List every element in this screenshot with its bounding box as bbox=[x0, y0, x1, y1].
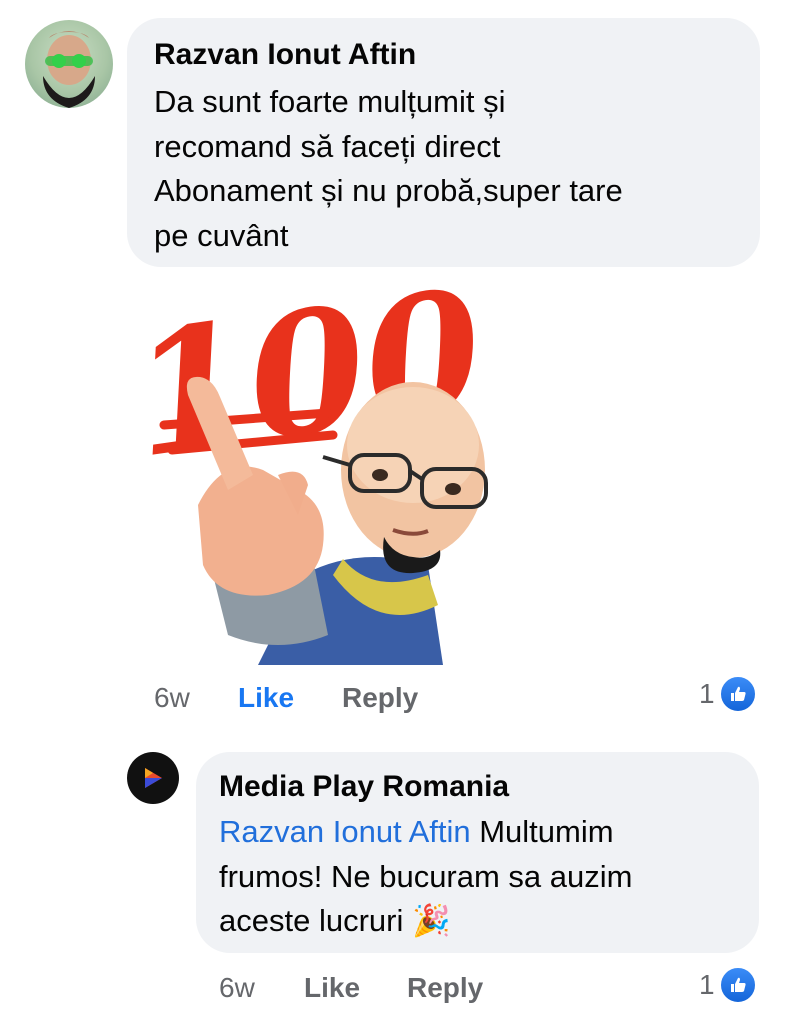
comment-line: Da sunt foarte mulțumit și bbox=[154, 84, 506, 119]
reply-button[interactable]: Reply bbox=[342, 681, 418, 715]
reply-timestamp[interactable]: 6w bbox=[219, 971, 255, 1005]
party-popper-icon: 🎉 bbox=[411, 903, 451, 938]
reaction-summary[interactable]: 1 bbox=[699, 675, 757, 713]
comment-author-name[interactable]: Razvan Ionut Aftin bbox=[154, 37, 416, 73]
comment-text: Da sunt foarte mulțumit și recomand să fa… bbox=[154, 80, 623, 258]
reaction-count: 1 bbox=[699, 678, 715, 709]
reply-line: Razvan Ionut Aftin Multumim bbox=[219, 810, 632, 855]
reply-text: Razvan Ionut Aftin Multumim frumos! Ne bu… bbox=[219, 810, 632, 944]
avatar-portrait-icon bbox=[43, 31, 95, 108]
commenter-avatar[interactable] bbox=[25, 20, 113, 108]
page-avatar[interactable] bbox=[127, 752, 179, 804]
comment-line: pe cuvânt bbox=[154, 217, 289, 253]
hundred-points-sticker-image: 100 bbox=[120, 251, 495, 665]
thumbs-up-icon bbox=[718, 966, 757, 1004]
mention-link[interactable]: Razvan Ionut Aftin bbox=[219, 814, 471, 849]
reply-text-fragment: aceste lucruri bbox=[219, 903, 404, 938]
comment-line: recomand să faceți direct bbox=[154, 128, 501, 164]
reply-reaction-summary[interactable]: 1 bbox=[699, 966, 757, 1004]
like-button[interactable]: Like bbox=[238, 681, 294, 715]
thumbs-up-icon bbox=[718, 675, 757, 713]
reply-text-fragment: Multumim bbox=[470, 814, 614, 849]
reply-like-button[interactable]: Like bbox=[304, 971, 360, 1005]
reply-line: aceste lucruri 🎉 bbox=[219, 899, 632, 944]
comment-sticker[interactable]: 100 bbox=[120, 251, 508, 665]
comment-line: Abonament și nu probă,super tare bbox=[154, 173, 623, 208]
play-logo-icon bbox=[145, 768, 162, 788]
comment-timestamp[interactable]: 6w bbox=[154, 681, 190, 715]
reply-line: frumos! Ne bucuram sa auzim bbox=[219, 858, 633, 894]
reply-reaction-count: 1 bbox=[699, 969, 715, 1000]
reply-reply-button[interactable]: Reply bbox=[407, 971, 483, 1005]
reply-author-name[interactable]: Media Play Romania bbox=[219, 769, 509, 805]
